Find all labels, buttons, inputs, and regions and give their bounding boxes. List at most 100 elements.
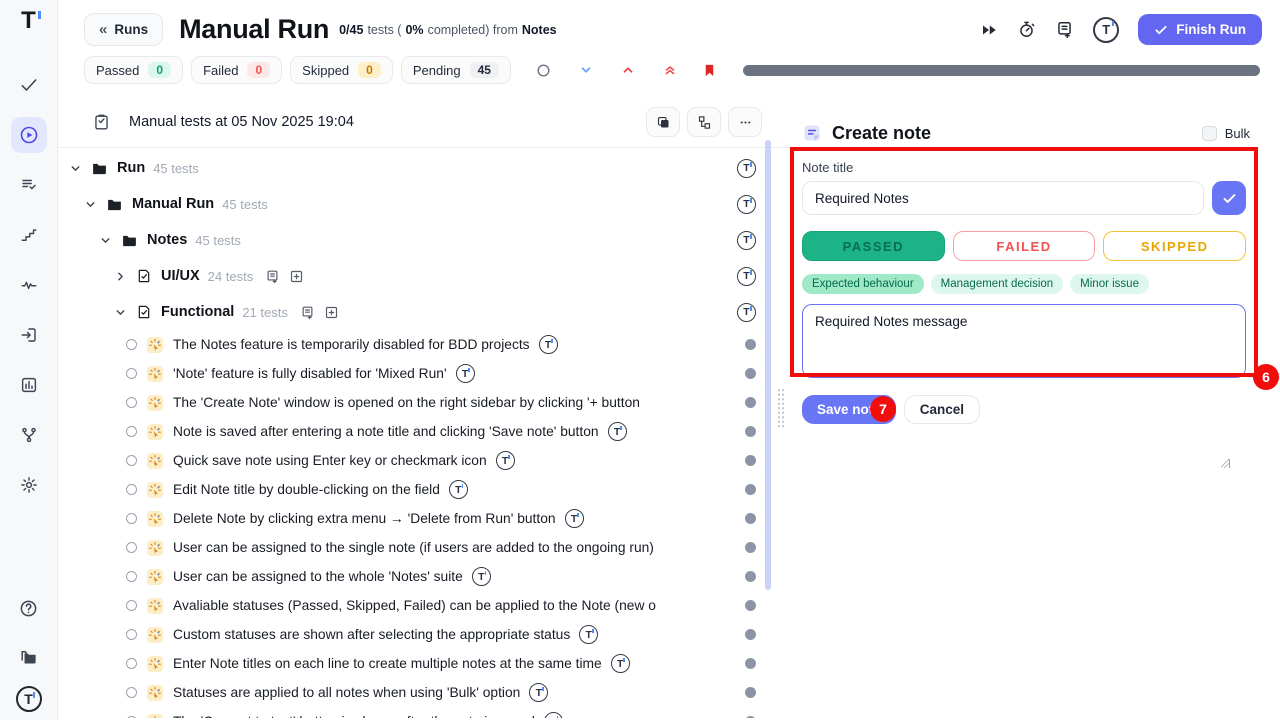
double-chevron-up-filter-icon[interactable] [657,63,683,77]
testomat-badge-icon[interactable]: T [737,267,756,286]
test-status-radio[interactable] [126,716,137,718]
test-title[interactable]: 'Note' feature is fully disabled for 'Mi… [173,366,447,381]
filter-chip-skipped[interactable]: Skipped0 [290,56,393,84]
test-title[interactable]: Custom statuses are shown after selectin… [173,627,570,642]
test-title[interactable]: Avaliable statuses (Passed, Skipped, Fai… [173,598,656,613]
test-status-radio[interactable] [126,397,137,408]
test-title[interactable]: Quick save note using Enter key or check… [173,453,487,468]
bulk-toggle[interactable]: Bulk [1202,126,1250,141]
test-title[interactable]: Delete Note by clicking extra menu → 'De… [173,511,556,526]
testomat-badge-icon[interactable]: T [456,364,475,383]
filter-chip-pending[interactable]: Pending45 [401,56,511,84]
test-title[interactable]: Note is saved after entering a note titl… [173,424,599,439]
quick-save-button[interactable] [1212,181,1246,215]
testomat-badge-icon[interactable]: T [565,509,584,528]
test-status-radio[interactable] [126,600,137,611]
note-tag[interactable]: Management decision [931,274,1064,294]
testomat-badge-icon[interactable]: T [472,567,491,586]
suite-name[interactable]: Run [117,160,145,176]
testomat-badge-icon[interactable]: T [737,303,756,322]
back-to-runs-button[interactable]: « Runs [84,13,163,46]
testomat-badge-icon[interactable]: T [579,625,598,644]
test-status-radio[interactable] [126,571,137,582]
test-title[interactable]: User can be assigned to the whole 'Notes… [173,569,463,584]
note-title-input[interactable] [802,181,1204,215]
test-status-radio[interactable] [126,484,137,495]
test-status-radio[interactable] [126,426,137,437]
testomat-badge-icon[interactable]: T [449,480,468,499]
testomat-badge-icon[interactable]: T [737,159,756,178]
status-button-skipped[interactable]: SKIPPED [1103,231,1246,261]
fast-forward-icon[interactable] [980,21,998,39]
test-status-radio[interactable] [126,339,137,350]
testomat-badge-icon[interactable]: T [737,195,756,214]
test-title[interactable]: The 'Convert to test' button is shown af… [173,714,535,718]
sidebar-item-activity-icon[interactable] [11,267,47,303]
status-circle-filter-icon[interactable] [531,63,557,78]
sidebar-item-list-check-icon[interactable] [11,167,47,203]
test-status-radio[interactable] [126,629,137,640]
test-status-radio[interactable] [126,455,137,466]
testomat-badge-icon[interactable]: T [611,654,630,673]
cancel-button[interactable]: Cancel [904,395,980,424]
test-title[interactable]: User can be assigned to the single note … [173,540,654,555]
note-tag[interactable]: Expected behaviour [802,274,924,294]
chevron-down-filter-icon[interactable] [573,63,599,77]
testomat-badge-icon[interactable]: T [544,712,563,718]
suite-name[interactable]: Manual Run [132,196,214,212]
copy-button[interactable] [646,107,680,137]
add-test-icon[interactable] [324,305,339,320]
chevron-down-icon[interactable] [98,234,112,247]
bulk-checkbox[interactable] [1202,126,1217,141]
testomat-badge-icon[interactable]: T [539,335,558,354]
finish-run-button[interactable]: Finish Run [1138,14,1262,45]
sidebar-item-import-icon[interactable] [11,317,47,353]
testomat-badge-icon[interactable]: T [1093,17,1119,43]
sidebar-item-bar-chart-icon[interactable] [11,367,47,403]
sidebar-item-branch-icon[interactable] [11,417,47,453]
chevron-down-icon[interactable] [113,306,127,319]
testomat-badge-icon[interactable]: T [496,451,515,470]
add-test-icon[interactable] [289,269,304,284]
sidebar-item-check-icon[interactable] [11,67,47,103]
chevron-down-icon[interactable] [68,162,82,175]
bookmark-filter-icon[interactable] [697,63,723,78]
status-button-failed[interactable]: FAILED [953,231,1096,261]
chevron-down-icon[interactable] [83,198,97,211]
add-note-icon[interactable] [1055,20,1074,39]
folders-icon[interactable] [11,638,47,674]
help-icon[interactable] [11,590,47,626]
add-note-icon[interactable] [300,305,315,320]
test-title[interactable]: The Notes feature is temporarily disable… [173,337,530,352]
filter-chip-passed[interactable]: Passed0 [84,56,183,84]
test-status-radio[interactable] [126,658,137,669]
suite-name[interactable]: UI/UX [161,268,200,284]
note-message-textarea[interactable] [802,304,1246,378]
sidebar-item-gear-icon[interactable] [11,467,47,503]
test-status-radio[interactable] [126,542,137,553]
test-status-radio[interactable] [126,687,137,698]
testomat-badge-icon[interactable]: T [529,683,548,702]
testomat-logo[interactable]: T [21,9,36,33]
filter-chip-failed[interactable]: Failed0 [191,56,282,84]
testomat-avatar-icon[interactable]: T [16,686,42,712]
test-title[interactable]: The 'Create Note' window is opened on th… [173,395,640,410]
test-status-radio[interactable] [126,513,137,524]
add-note-icon[interactable] [265,269,280,284]
note-tag[interactable]: Minor issue [1070,274,1149,294]
status-button-passed[interactable]: PASSED [802,231,945,261]
timer-icon[interactable] [1017,20,1036,39]
suite-name[interactable]: Functional [161,304,234,320]
test-title[interactable]: Statuses are applied to all notes when u… [173,685,520,700]
sidebar-item-steps-icon[interactable] [11,217,47,253]
test-title[interactable]: Enter Note titles on each line to create… [173,656,602,671]
tree-scrollbar[interactable] [765,140,771,590]
panel-resize-handle[interactable] [777,388,785,428]
tree-view-button[interactable] [687,107,721,137]
chevron-up-filter-icon[interactable] [615,63,641,77]
testomat-badge-icon[interactable]: T [608,422,627,441]
sidebar-item-play-circle-icon[interactable] [11,117,47,153]
testomat-badge-icon[interactable]: T [737,231,756,250]
test-status-radio[interactable] [126,368,137,379]
textarea-resize-grip[interactable] [1221,459,1230,468]
